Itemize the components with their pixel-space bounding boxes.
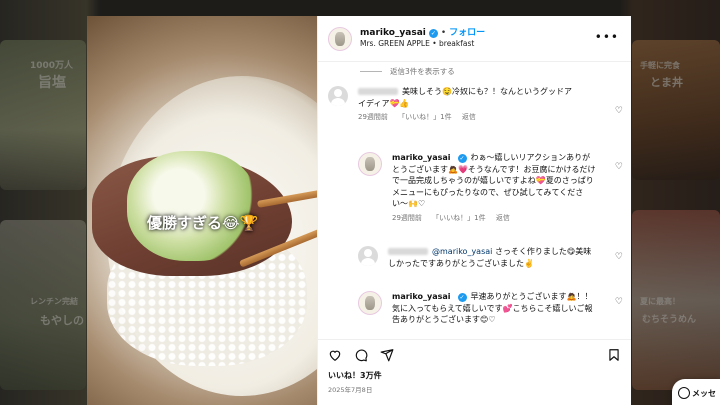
more-options-icon[interactable]: ••• xyxy=(595,30,619,44)
comment-item: mariko_yasai ✓ わぁ〜嬉しいリアクションありがとうございます🙇💗そうな… xyxy=(358,152,598,223)
heart-icon[interactable]: ♡ xyxy=(615,162,623,172)
username[interactable]: mariko_yasai xyxy=(360,28,426,39)
replies-divider xyxy=(360,71,382,72)
reply-button[interactable]: 返信 xyxy=(496,214,510,222)
post-modal: 優勝すぎる😂🏆 mariko_yasai ✓ • フォロー Mrs. GREEN… xyxy=(87,16,631,405)
bookmark-icon[interactable] xyxy=(607,348,621,362)
view-replies-link[interactable]: 返信3件を表示する xyxy=(360,66,455,77)
blurred-username[interactable] xyxy=(358,88,398,95)
comment-username[interactable]: mariko_yasai xyxy=(392,153,451,162)
messages-button[interactable]: メッセ xyxy=(672,379,720,405)
heart-icon[interactable]: ♡ xyxy=(615,297,623,307)
like-heart-icon[interactable] xyxy=(328,348,342,362)
blurred-username[interactable] xyxy=(388,248,428,255)
comment-item: @mariko_yasai さっそく作りました😋美味しかったですありがとうござい… xyxy=(358,246,598,269)
post-panel: mariko_yasai ✓ • フォロー Mrs. GREEN APPLE •… xyxy=(317,16,631,405)
post-subtitle[interactable]: Mrs. GREEN APPLE • breakfast xyxy=(360,39,485,48)
comment-likes[interactable]: 「いいね！」1件 xyxy=(432,214,485,222)
comment-username[interactable]: mariko_yasai xyxy=(392,292,451,301)
green-onion-graphic xyxy=(127,151,257,261)
comment-bubble-icon[interactable] xyxy=(354,348,368,362)
separator-dot: • xyxy=(440,28,447,39)
avatar[interactable] xyxy=(358,152,382,176)
comment-item: 美味しそう🤤冷奴にも？！なんというグッドアイディア💝👍 29週間前 「いいね！」… xyxy=(328,86,598,122)
avatar[interactable] xyxy=(358,291,382,315)
comment-time[interactable]: 29週間前 xyxy=(358,113,388,121)
verified-badge-icon: ✓ xyxy=(457,154,467,163)
comment-item: mariko_yasai ✓ 早速ありがとうございます🙇！！気に入ってもらえて嬉しい… xyxy=(358,291,598,326)
avatar[interactable] xyxy=(328,26,352,51)
post-actions: いいね！3万件 2025年7月8日 xyxy=(318,339,631,394)
post-date: 2025年7月8日 xyxy=(328,386,373,394)
post-header: mariko_yasai ✓ • フォロー Mrs. GREEN APPLE •… xyxy=(318,16,631,62)
comment-list[interactable]: 返信3件を表示する 美味しそう🤤冷奴にも？！なんというグッドアイディア💝👍 29… xyxy=(318,62,631,337)
avatar[interactable] xyxy=(358,246,378,266)
like-count[interactable]: いいね！3万件 xyxy=(328,370,621,381)
mention-link[interactable]: @mariko_yasai xyxy=(432,247,492,256)
avatar[interactable] xyxy=(328,86,348,106)
post-image[interactable]: 優勝すぎる😂🏆 xyxy=(87,16,317,405)
media-caption: 優勝すぎる😂🏆 xyxy=(147,214,259,232)
verified-badge-icon: ✓ xyxy=(457,293,467,302)
comment-likes[interactable]: 「いいね！」1件 xyxy=(398,113,451,121)
share-icon[interactable] xyxy=(380,348,394,362)
view-replies-label: 返信3件を表示する xyxy=(390,67,455,76)
reply-button[interactable]: 返信 xyxy=(462,113,476,121)
verified-badge-icon: ✓ xyxy=(428,29,438,39)
heart-icon[interactable]: ♡ xyxy=(615,252,623,262)
comment-time[interactable]: 29週間前 xyxy=(392,214,422,222)
follow-button[interactable]: フォロー xyxy=(449,28,485,39)
heart-icon[interactable]: ♡ xyxy=(615,106,623,116)
